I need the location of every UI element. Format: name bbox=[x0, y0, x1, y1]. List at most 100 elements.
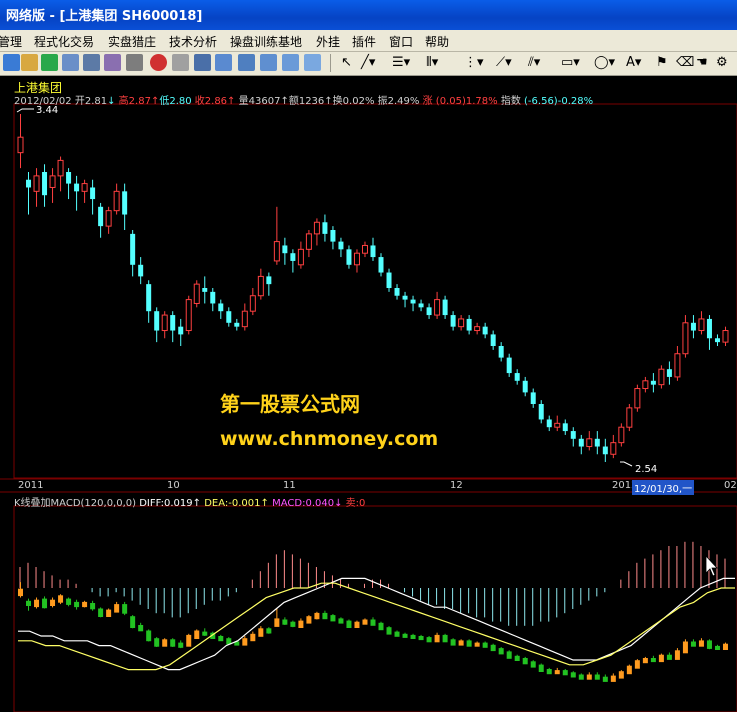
indicator-candle-body bbox=[66, 598, 72, 605]
rectangle-icon[interactable]: ▭▾ bbox=[561, 53, 580, 72]
candle-body-down bbox=[530, 392, 536, 404]
table-icon[interactable] bbox=[238, 54, 255, 71]
menu-item-help[interactable]: 帮助 bbox=[425, 33, 449, 50]
candle-body-up bbox=[81, 183, 88, 192]
menu-item-plugins[interactable]: 插件 bbox=[352, 33, 376, 50]
min-price-label: 2.54 bbox=[635, 464, 658, 475]
indicator-candle-body bbox=[370, 619, 376, 626]
indicator-candle-body bbox=[618, 671, 624, 679]
amount-value: 1236 bbox=[298, 96, 325, 107]
indicator-candle-body bbox=[154, 638, 160, 647]
candle-body-down bbox=[426, 307, 432, 316]
indicator-candle-body bbox=[610, 675, 616, 682]
candle-body-down bbox=[322, 222, 328, 234]
change-pct: 1.78% bbox=[465, 96, 498, 107]
volume-value: 43607 bbox=[248, 96, 281, 107]
menu-item-plugin-ext[interactable]: 外挂 bbox=[316, 33, 340, 50]
indicator-candle-body bbox=[306, 616, 312, 624]
candle-body-down bbox=[370, 245, 376, 258]
indicator-candle-body bbox=[458, 640, 464, 646]
candle-body-down bbox=[26, 179, 32, 188]
candle-body-down bbox=[282, 245, 288, 254]
line-draw-icon[interactable]: ╱▾ bbox=[361, 53, 375, 72]
indicator-candle-body bbox=[466, 640, 472, 647]
layout-icon[interactable] bbox=[282, 54, 299, 71]
indicator-candle-body bbox=[346, 620, 352, 628]
folder-icon[interactable] bbox=[21, 54, 38, 71]
fan-icon[interactable]: ⟋▾ bbox=[496, 53, 512, 72]
candle-body-up bbox=[682, 322, 689, 355]
info-icon[interactable] bbox=[62, 54, 79, 71]
candle-body-up bbox=[57, 159, 64, 177]
settings-icon[interactable]: ⚙ bbox=[716, 53, 728, 72]
indicator-candle-body bbox=[90, 603, 96, 610]
candle-body-up bbox=[626, 407, 633, 428]
indicator-candle-body bbox=[122, 604, 128, 614]
book-icon[interactable] bbox=[83, 54, 100, 71]
vertical-lines-icon[interactable]: ⦀▾ bbox=[426, 53, 438, 72]
text-icon[interactable]: A▾ bbox=[626, 53, 641, 72]
candle-body-down bbox=[538, 404, 544, 420]
eraser-icon[interactable]: ⌫ bbox=[676, 53, 694, 72]
channel-icon[interactable]: ⫽▾ bbox=[528, 53, 540, 72]
open-icon[interactable] bbox=[3, 54, 20, 71]
multi-window-icon[interactable] bbox=[260, 54, 277, 71]
indicator-candle-body bbox=[354, 621, 360, 628]
f10-icon[interactable] bbox=[41, 54, 58, 71]
change-value: (0.05) bbox=[435, 96, 466, 107]
indicator-info-line: K线叠加MACD(120,0,0,0) DIFF:0.019↑ DEA:-0.0… bbox=[14, 494, 365, 509]
menu-bar: 管理 程式化交易 实盘猎庄 技术分析 操盘训练基地 外挂 插件 窗口 帮助 bbox=[0, 30, 737, 52]
candle-body-up bbox=[257, 275, 264, 297]
candle-body-down bbox=[202, 288, 208, 292]
grid-icon[interactable] bbox=[215, 54, 232, 71]
alarm-icon[interactable] bbox=[150, 54, 167, 71]
menu-item-window[interactable]: 窗口 bbox=[389, 33, 413, 50]
indicator-candle-body bbox=[554, 670, 560, 675]
max-price-label: 3.44 bbox=[36, 105, 59, 116]
tools-icon[interactable] bbox=[126, 54, 143, 71]
chart-icon[interactable] bbox=[304, 54, 321, 71]
candle-body-up bbox=[249, 295, 256, 312]
menu-item-programmed-trading[interactable]: 程式化交易 bbox=[34, 33, 94, 50]
search-icon[interactable] bbox=[104, 54, 121, 71]
menu-item-training-base[interactable]: 操盘训练基地 bbox=[230, 33, 302, 50]
candle-body-up bbox=[474, 326, 481, 332]
chart-area[interactable]: 上港集团 2012/02/02 开2.81↓ 高2.87↑低2.80 收2.86… bbox=[0, 76, 737, 712]
indicator-candle-body bbox=[530, 661, 536, 668]
menu-item-technical-analysis[interactable]: 技术分析 bbox=[169, 33, 217, 50]
candle-body-down bbox=[130, 233, 136, 265]
close-label: 收 bbox=[194, 96, 205, 107]
hand-icon[interactable]: ☚ bbox=[696, 53, 708, 72]
time-axis: 2011 10 11 12 2012 12/01/30,一 02 bbox=[0, 480, 737, 495]
indicator-candle-body bbox=[450, 639, 456, 646]
price-info-line: 2012/02/02 开2.81↓ 高2.87↑低2.80 收2.86↑ 量43… bbox=[14, 92, 593, 107]
candle-body-up bbox=[185, 299, 192, 332]
macd-value: 0.040 bbox=[305, 498, 335, 509]
menu-item-live-hunting[interactable]: 实盘猎庄 bbox=[108, 33, 156, 50]
parallel-lines-icon[interactable]: ☰▾ bbox=[392, 53, 410, 72]
flag-icon[interactable]: ⚑ bbox=[656, 53, 668, 72]
fibonacci-icon[interactable]: ⋮▾ bbox=[464, 53, 484, 72]
ellipse-icon[interactable]: ◯▾ bbox=[594, 53, 615, 72]
candle-body-down bbox=[122, 191, 128, 215]
candle-body-up bbox=[674, 353, 681, 378]
change-label: 涨 bbox=[422, 96, 433, 107]
candle-body-down bbox=[410, 299, 416, 304]
candle-body-down bbox=[706, 318, 712, 339]
menu-item-manage[interactable]: 管理 bbox=[0, 33, 22, 50]
pen-icon[interactable] bbox=[172, 54, 189, 71]
candle-body-down bbox=[234, 322, 240, 327]
amount-arrow: ↑ bbox=[324, 96, 333, 107]
indicator-candle-body bbox=[578, 674, 584, 680]
candle-body-down bbox=[578, 438, 584, 447]
list-icon[interactable] bbox=[194, 54, 211, 71]
chart-canvas[interactable] bbox=[0, 76, 737, 712]
index-label: 指数 bbox=[500, 96, 521, 107]
indicator-candle-body bbox=[514, 655, 520, 661]
cursor-icon[interactable]: ↖ bbox=[341, 53, 352, 72]
open-arrow: ↓ bbox=[107, 96, 116, 107]
indicator-candle-body bbox=[634, 660, 640, 669]
dea-value: -0.001 bbox=[228, 498, 261, 509]
max-price-pointer bbox=[16, 108, 34, 113]
indicator-candle-body bbox=[242, 638, 248, 646]
